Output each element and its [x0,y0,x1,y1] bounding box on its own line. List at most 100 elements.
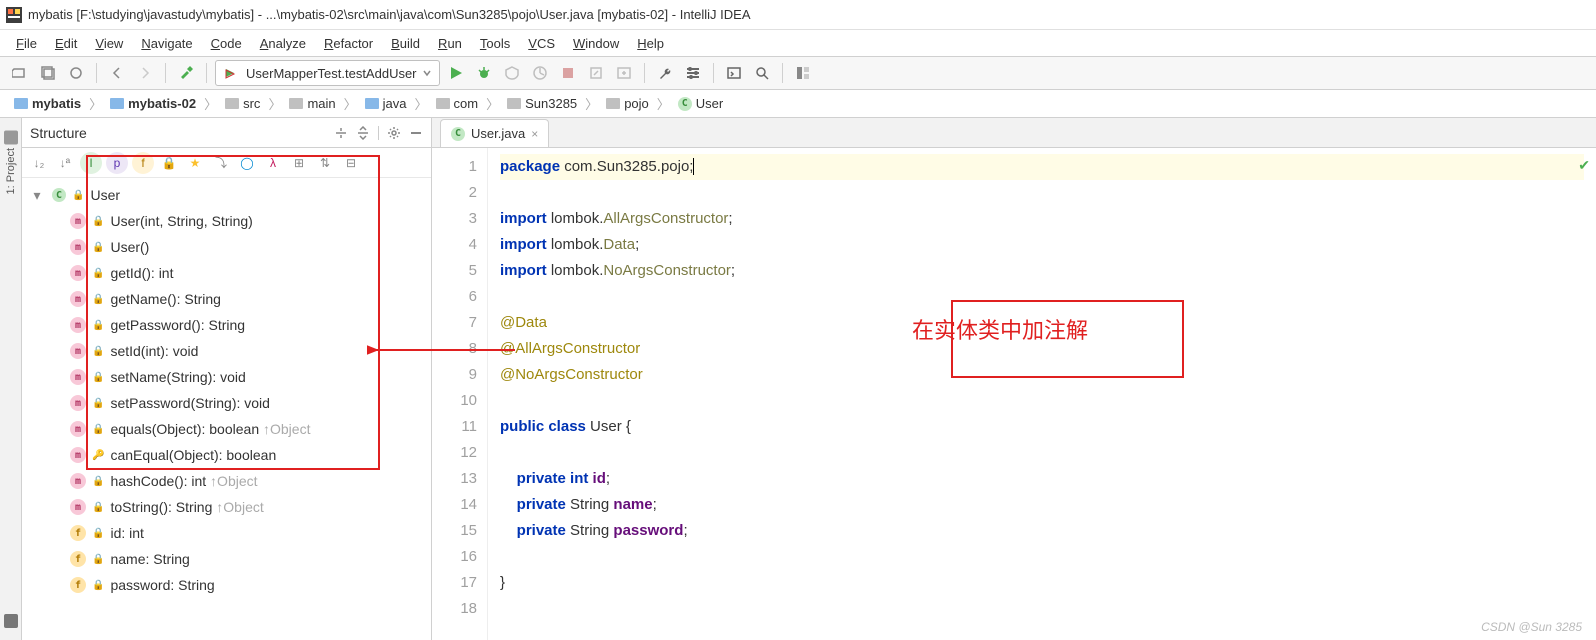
code-line-13[interactable]: private int id; [500,466,1584,492]
code-area[interactable]: 123456789101112131415161718 ✔ package co… [432,148,1596,640]
code-line-6[interactable] [500,284,1584,310]
close-icon[interactable]: × [531,127,538,141]
run-configuration-dropdown[interactable]: UserMapperTest.testAddUser [215,60,440,86]
menu-help[interactable]: Help [629,34,672,53]
code-line-10[interactable] [500,388,1584,414]
structure-root[interactable]: ▾C🔒User [28,182,425,208]
structure-member[interactable]: f🔒name: String [28,546,425,572]
structure-member[interactable]: m🔒equals(Object): boolean ↑Object [28,416,425,442]
code-line-3[interactable]: import lombok.AllArgsConstructor; [500,206,1584,232]
breadcrumb-com[interactable]: com [432,94,483,113]
structure-member[interactable]: m🔒setPassword(String): void [28,390,425,416]
menu-build[interactable]: Build [383,34,428,53]
breadcrumb-main[interactable]: main [285,94,339,113]
project-tool-button[interactable]: 1: Project [2,126,20,198]
back-icon[interactable] [105,61,129,85]
update-icon[interactable] [612,61,636,85]
sync-icon[interactable] [64,61,88,85]
code-line-7[interactable]: @Data [500,310,1584,336]
gear-icon[interactable] [387,126,401,140]
sort-alpha-icon[interactable]: ↓ª [54,152,76,174]
breadcrumb-pojo[interactable]: pojo [602,94,653,113]
coverage-icon[interactable] [500,61,524,85]
structure-member[interactable]: f🔒id: int [28,520,425,546]
structure-member[interactable]: m🔒User() [28,234,425,260]
code-line-4[interactable]: import lombok.Data; [500,232,1584,258]
structure-member[interactable]: m🔒getName(): String [28,286,425,312]
menu-vcs[interactable]: VCS [520,34,563,53]
structure-tree[interactable]: ▾C🔒Userm🔒User(int, String, String)m🔒User… [22,178,431,640]
structure-member[interactable]: m🔒toString(): String ↑Object [28,494,425,520]
forward-icon[interactable] [133,61,157,85]
code-line-17[interactable]: } [500,570,1584,596]
filter-anon-icon[interactable]: ⊞ [288,152,310,174]
menu-window[interactable]: Window [565,34,627,53]
structure-member[interactable]: m🔒setId(int): void [28,338,425,364]
breadcrumb-java[interactable]: java [361,94,411,113]
stop-icon[interactable] [556,61,580,85]
structure-member[interactable]: f🔒password: String [28,572,425,598]
menu-code[interactable]: Code [203,34,250,53]
menu-navigate[interactable]: Navigate [133,34,200,53]
filter-circle-icon[interactable]: ◯ [236,152,258,174]
breadcrumb-user[interactable]: CUser [674,94,727,113]
menu-view[interactable]: View [87,34,131,53]
filter-interface-icon[interactable]: I [80,152,102,174]
menu-file[interactable]: File [8,34,45,53]
code-line-14[interactable]: private String name; [500,492,1584,518]
menu-tools[interactable]: Tools [472,34,518,53]
profile-icon[interactable] [528,61,552,85]
structure-member[interactable]: m🔒User(int, String, String) [28,208,425,234]
chevron-down-icon[interactable]: ▾ [28,187,46,204]
menu-refactor[interactable]: Refactor [316,34,381,53]
filter-lambda-icon[interactable]: λ [262,152,284,174]
collapse-icon[interactable] [334,126,348,140]
editor-tab-user[interactable]: C User.java × [440,119,549,147]
structure-tool-button[interactable] [2,610,20,632]
code-line-16[interactable] [500,544,1584,570]
code-line-12[interactable] [500,440,1584,466]
run-icon[interactable] [444,61,468,85]
structure-member[interactable]: m🔒getId(): int [28,260,425,286]
menu-edit[interactable]: Edit [47,34,85,53]
wrench-icon[interactable] [653,61,677,85]
code-line-1[interactable]: package com.Sun3285.pojo; [500,154,1584,180]
sort-icon[interactable]: ↓₂ [28,152,50,174]
hide-icon[interactable] [409,126,423,140]
breadcrumb-sun3285[interactable]: Sun3285 [503,94,581,113]
filter-opt1-icon[interactable]: ⇅ [314,152,336,174]
breadcrumb-src[interactable]: src [221,94,264,113]
code-line-18[interactable] [500,596,1584,622]
attach-icon[interactable] [584,61,608,85]
ide-navigation-icon[interactable] [791,61,815,85]
run-anything-icon[interactable] [722,61,746,85]
structure-member[interactable]: m🔒getPassword(): String [28,312,425,338]
structure-member[interactable]: m🔒setName(String): void [28,364,425,390]
filter-lock-icon[interactable]: 🔒 [158,152,180,174]
filter-field-icon[interactable]: f [132,152,154,174]
structure-member[interactable]: m🔑canEqual(Object): boolean [28,442,425,468]
debug-icon[interactable] [472,61,496,85]
filter-property-icon[interactable]: p [106,152,128,174]
settings-icon[interactable] [681,61,705,85]
open-icon[interactable] [8,61,32,85]
code-line-15[interactable]: private String password; [500,518,1584,544]
breadcrumb-mybatis[interactable]: mybatis [10,94,85,113]
breadcrumb-mybatis-02[interactable]: mybatis-02 [106,94,200,113]
code-line-2[interactable] [500,180,1584,206]
code-line-11[interactable]: public class User { [500,414,1584,440]
hammer-icon[interactable] [174,61,198,85]
menu-analyze[interactable]: Analyze [252,34,314,53]
code-line-8[interactable]: @AllArgsConstructor [500,336,1584,362]
filter-merge-icon[interactable]: ⤵ [210,152,232,174]
search-icon[interactable] [750,61,774,85]
save-all-icon[interactable] [36,61,60,85]
filter-opt2-icon[interactable]: ⊟ [340,152,362,174]
structure-member[interactable]: m🔒hashCode(): int ↑Object [28,468,425,494]
code-lines[interactable]: ✔ package com.Sun3285.pojo;import lombok… [488,148,1596,640]
menu-run[interactable]: Run [430,34,470,53]
code-line-5[interactable]: import lombok.NoArgsConstructor; [500,258,1584,284]
expand-icon[interactable] [356,126,370,140]
filter-star-icon[interactable]: ★ [184,152,206,174]
code-line-9[interactable]: @NoArgsConstructor [500,362,1584,388]
